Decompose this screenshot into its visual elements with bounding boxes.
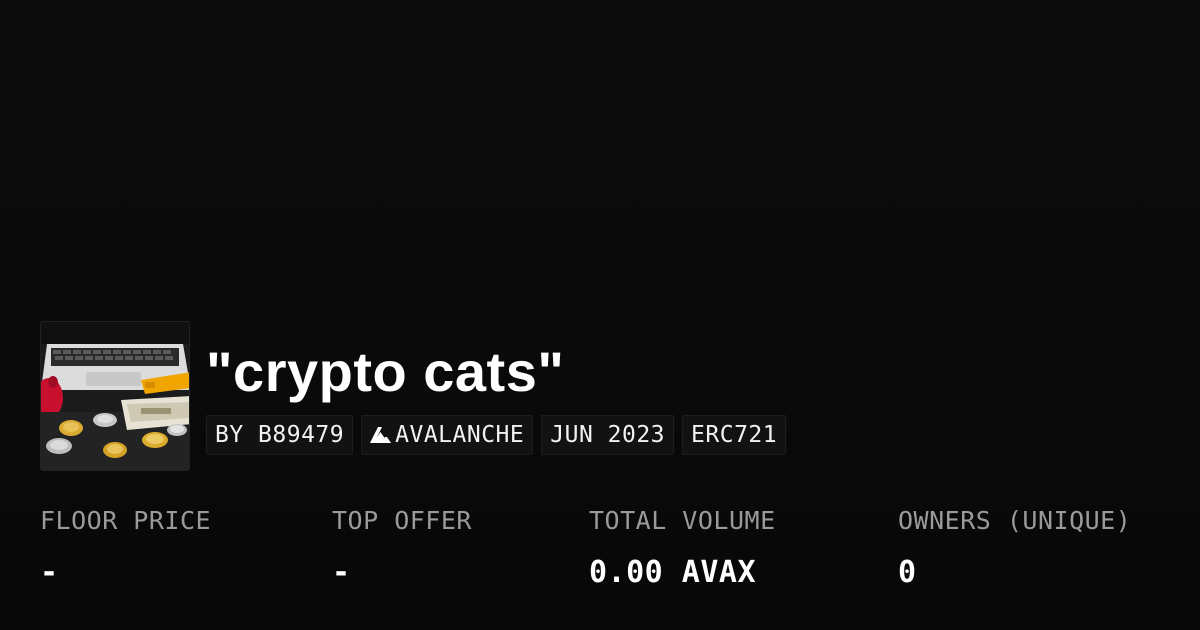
floor-price-label: FLOOR PRICE bbox=[40, 506, 212, 535]
total-volume-value: 0.00 AVAX bbox=[589, 555, 757, 590]
top-offer-label: TOP OFFER bbox=[332, 506, 472, 535]
collection-title: "crypto cats" bbox=[206, 340, 565, 403]
owners-value: 0 bbox=[898, 555, 917, 590]
collection-thumbnail-image bbox=[41, 322, 189, 470]
collection-share-card: "crypto cats" BY B89479 AVALANCHE JUN 20… bbox=[0, 0, 1200, 630]
owners-stat: OWNERS (UNIQUE) 0 bbox=[898, 505, 1131, 591]
top-offer-stat: TOP OFFER - bbox=[332, 505, 472, 591]
collection-tags: BY B89479 AVALANCHE JUN 2023 ERC721 bbox=[206, 415, 787, 455]
floor-price-value: - bbox=[40, 555, 59, 590]
date-tag-label: JUN 2023 bbox=[550, 422, 666, 448]
chain-tag[interactable]: AVALANCHE bbox=[361, 415, 534, 455]
token-standard-tag-label: ERC721 bbox=[691, 422, 778, 448]
creator-tag-label: BY B89479 bbox=[215, 422, 345, 448]
total-volume-label: TOTAL VOLUME bbox=[589, 506, 776, 535]
floor-price-stat: FLOOR PRICE - bbox=[40, 505, 211, 591]
top-offer-value: - bbox=[332, 555, 351, 590]
avalanche-icon bbox=[370, 424, 392, 446]
owners-label: OWNERS (UNIQUE) bbox=[898, 506, 1132, 535]
token-standard-tag: ERC721 bbox=[682, 415, 787, 455]
creator-tag[interactable]: BY B89479 bbox=[206, 415, 354, 455]
date-tag: JUN 2023 bbox=[541, 415, 675, 455]
total-volume-stat: TOTAL VOLUME 0.00 AVAX bbox=[589, 505, 776, 591]
collection-thumbnail[interactable] bbox=[40, 321, 190, 471]
chain-tag-label: AVALANCHE bbox=[395, 422, 525, 448]
